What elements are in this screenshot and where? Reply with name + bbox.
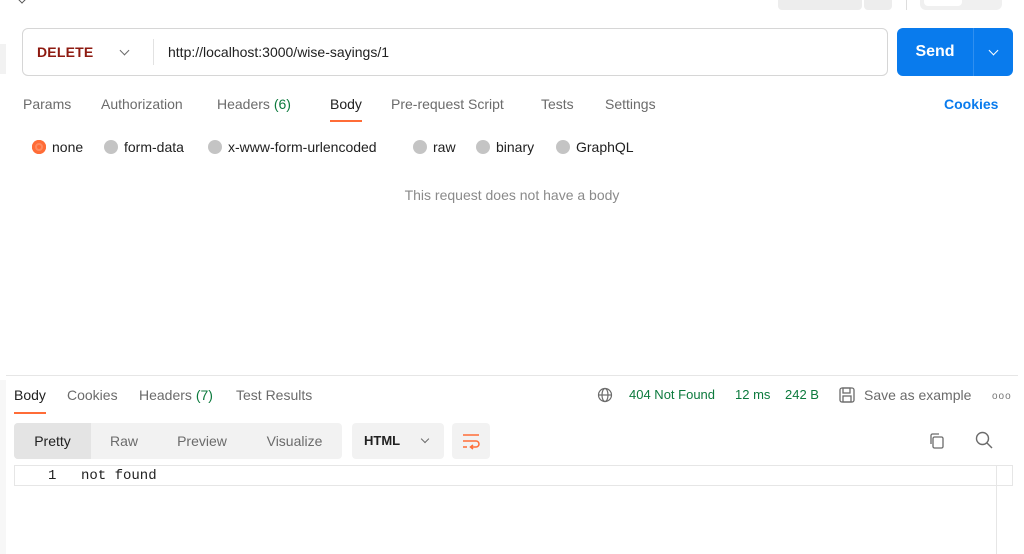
divider [153,39,154,65]
code-line: 1 not found [14,465,1013,486]
copy-icon[interactable] [928,432,946,450]
radio-label: form-data [124,139,184,155]
save-icon[interactable] [838,386,856,404]
tab-label: Tests [541,96,574,112]
radio-icon [104,140,118,154]
tab-label: Settings [605,96,656,112]
radio-icon [413,140,427,154]
radio-icon [208,140,222,154]
response-size[interactable]: 242 B [785,387,819,402]
method-label: DELETE [37,44,94,60]
tab-label: Pre-request Script [391,96,504,112]
view-mode-raw[interactable]: Raw [91,423,157,459]
view-toggle-knob [924,0,962,6]
tab-pre-request-script[interactable]: Pre-request Script [391,96,504,112]
chevron-down-icon [119,45,130,56]
radio-label: raw [433,139,456,155]
chevron-down-icon [420,434,430,444]
toolbar-dropdown-button[interactable] [864,0,892,10]
radio-label: GraphQL [576,139,634,155]
no-body-message: This request does not have a body [404,187,620,203]
url-input[interactable] [168,29,868,75]
tab-label: Headers [217,96,270,112]
response-time[interactable]: 12 ms [735,387,770,402]
radio-form-data[interactable]: form-data [104,139,184,155]
scrollbar-thumb[interactable] [996,465,1013,486]
send-label: Send [915,43,955,60]
top-toolbar-strip [0,0,1024,14]
tab-authorization[interactable]: Authorization [101,96,183,112]
view-toggle[interactable] [920,0,1002,10]
tab-label: Body [330,96,362,112]
radio-binary[interactable]: binary [476,139,534,155]
wrap-lines-button[interactable] [452,423,490,459]
radio-icon [476,140,490,154]
format-label: HTML [364,433,401,448]
response-divider[interactable] [6,375,1018,376]
view-mode-selector: Pretty Raw Preview Visualize [14,423,342,459]
tab-label: Cookies [67,387,118,403]
more-options-icon[interactable]: ooo [992,391,1012,402]
response-body-editor[interactable]: 1 not found [14,465,1013,554]
tab-label: Authorization [101,96,183,112]
tab-headers[interactable]: Headers (6) [217,96,291,112]
cookies-link[interactable]: Cookies [944,96,998,112]
radio-x-www-form-urlencoded[interactable]: x-www-form-urlencoded [208,139,377,155]
chevron-down-icon[interactable] [16,0,28,4]
divider [973,28,974,76]
send-button[interactable]: Send [897,28,1013,76]
url-bar: DELETE [22,28,888,76]
line-number: 1 [48,468,57,484]
radio-raw[interactable]: raw [413,139,456,155]
tab-count: (7) [195,387,213,403]
view-mode-visualize[interactable]: Visualize [247,423,342,459]
status-code[interactable]: 404 Not Found [629,387,715,402]
divider [906,0,907,10]
view-mode-preview[interactable]: Preview [157,423,247,459]
code-text: not found [81,468,157,484]
radio-label: none [52,139,84,155]
response-tab-body[interactable]: Body [14,387,46,414]
sidebar-edge [0,380,6,554]
tab-tests[interactable]: Tests [541,96,574,112]
response-tab-cookies[interactable]: Cookies [67,387,118,403]
search-icon[interactable] [974,430,994,450]
radio-label: x-www-form-urlencoded [228,139,377,155]
tab-settings[interactable]: Settings [605,96,656,112]
tab-count: (6) [273,96,291,112]
wrap-lines-icon [463,434,480,450]
response-tab-headers[interactable]: Headers (7) [139,387,213,403]
tab-label: Test Results [236,387,313,403]
tab-body[interactable]: Body [330,96,362,122]
method-select[interactable]: DELETE [23,29,153,75]
view-mode-pretty[interactable]: Pretty [14,423,91,459]
save-as-example-button[interactable]: Save as example [864,387,971,403]
radio-label: binary [496,139,535,155]
tab-label: Params [23,96,72,112]
sidebar-edge [0,44,6,74]
toolbar-button[interactable] [778,0,862,10]
chevron-down-icon[interactable] [988,45,999,56]
radio-none[interactable]: none [32,139,83,155]
tab-label: Headers [139,387,192,403]
tab-params[interactable]: Params [23,96,71,112]
radio-graphql[interactable]: GraphQL [556,139,634,155]
radio-icon [556,140,570,154]
tab-label: Body [14,387,46,403]
format-select[interactable]: HTML [352,423,444,459]
globe-icon[interactable] [597,387,613,403]
radio-selected-icon [32,140,46,154]
response-tab-test-results[interactable]: Test Results [236,387,312,403]
